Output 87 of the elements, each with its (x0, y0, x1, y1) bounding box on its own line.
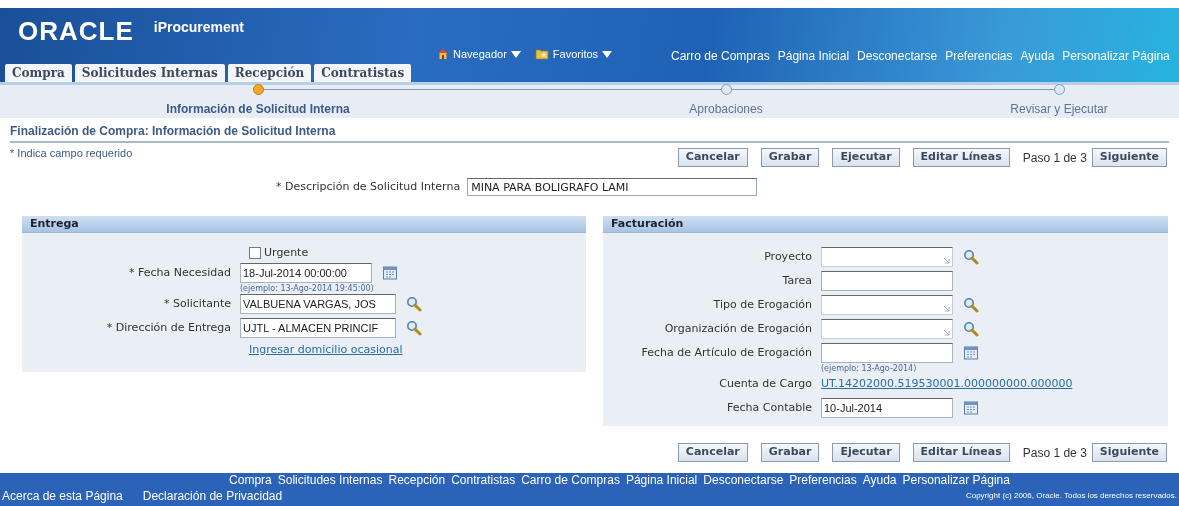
action-button[interactable]: Editar Líneas (912, 148, 1010, 167)
header-link[interactable]: Página Inicial (777, 47, 850, 65)
account-link[interactable]: UT.14202000.519530001.000000000.000000 (821, 375, 1073, 393)
field-label: * Dirección de Entrega (105, 319, 232, 336)
footer-link[interactable]: Acerca de esta Página (2, 489, 123, 504)
dropdown-arrow-icon[interactable] (510, 50, 521, 58)
section-title: Entrega (30, 215, 79, 232)
header-link[interactable]: Carro de Compras (671, 47, 770, 65)
action-button[interactable]: Cancelar (677, 148, 748, 167)
search-icon[interactable] (963, 321, 979, 337)
checkbox-label: Urgente (264, 244, 309, 261)
header-link[interactable]: Preferencias (945, 47, 1013, 65)
checkbox[interactable] (249, 247, 261, 259)
footer-link[interactable]: Declaración de Privacidad (142, 489, 283, 504)
input-field[interactable] (821, 295, 953, 315)
search-icon[interactable] (406, 296, 422, 312)
action-button[interactable]: Cancelar (677, 443, 748, 462)
action-button[interactable]: Grabar (760, 148, 820, 167)
product-name: iProcurement (153, 20, 245, 37)
action-button[interactable]: Grabar (760, 443, 820, 462)
footer-link[interactable]: Carro de Compras (521, 473, 620, 488)
train-step-label[interactable]: Revisar y Ejecutar (1010, 100, 1108, 118)
footer-link[interactable]: Solicitudes Internas (277, 473, 383, 488)
next-button[interactable]: Siguiente (1091, 443, 1167, 462)
dropdown-arrow-icon[interactable] (602, 50, 613, 58)
footer-link[interactable]: Ayuda (862, 473, 897, 488)
corner-arrow-icon[interactable] (943, 257, 950, 264)
house-icon[interactable] (437, 48, 449, 61)
page-title: Finalización de Compra: Información de Solicitud Interna (10, 124, 336, 138)
train-step-label[interactable]: Información de Solicitud Interna (166, 100, 350, 118)
corner-arrow-icon[interactable] (943, 305, 950, 312)
corner-arrow-icon[interactable] (943, 329, 950, 336)
header-link[interactable]: Desconectarse (857, 47, 938, 65)
oracle-logo: ORACLE (18, 18, 134, 44)
train-step-label[interactable]: Aprobaciones (689, 100, 763, 118)
calendar-icon[interactable] (963, 345, 979, 361)
date-field[interactable]: 10-Jul-2014 (821, 398, 953, 418)
action-button[interactable]: Editar Líneas (912, 443, 1010, 462)
search-icon[interactable] (406, 320, 422, 336)
next-button[interactable]: Siguiente (1091, 148, 1167, 167)
search-icon[interactable] (963, 249, 979, 265)
action-button[interactable]: Ejecutar (832, 443, 900, 462)
folder-star-icon[interactable] (534, 48, 549, 61)
date-field[interactable] (821, 343, 953, 363)
field-label: Fecha Contable (726, 399, 813, 416)
field-label: * Fecha Necesidad (127, 264, 232, 281)
step-indicator: Paso 1 de 3 (1022, 444, 1087, 462)
format-hint: (ejemplo: 13-Ago-2014) (821, 364, 917, 373)
field-label: Organización de Erogación (663, 320, 813, 337)
description-input[interactable]: MINA PARA BOLIGRAFO LAMI (467, 178, 758, 196)
header-link[interactable]: Ayuda (1020, 47, 1055, 65)
calendar-icon[interactable] (382, 265, 398, 281)
nav-tab[interactable]: Solicitudes Internas (74, 64, 225, 82)
footer-link[interactable]: Compra (229, 473, 272, 488)
address-link[interactable]: Ingresar domicilio ocasional (249, 343, 403, 356)
copyright-text: Copyright (c) 2006, Oracle. Todos los derechos reservados. (965, 490, 1177, 502)
input-field[interactable] (821, 271, 953, 291)
footer-link[interactable]: Personalizar Página (902, 473, 1010, 488)
footer-link[interactable]: Página Inicial (625, 473, 698, 488)
field-label: * Descripción de Solicitud Interna (276, 178, 461, 195)
footer-link[interactable]: Recepción (388, 473, 446, 488)
menu-link[interactable]: Favoritos (552, 46, 599, 63)
action-button[interactable]: Ejecutar (832, 148, 900, 167)
section-title: Facturación (611, 215, 684, 232)
format-hint: (ejemplo: 13-Ago-2014 19:45:00) (240, 284, 374, 293)
footer-link[interactable]: Desconectarse (703, 473, 784, 488)
date-field[interactable]: 18-Jul-2014 00:00:00 (240, 263, 372, 283)
nav-tab[interactable]: Contratistas (314, 64, 412, 82)
input-field[interactable] (821, 247, 953, 267)
field-label: Tarea (781, 272, 813, 289)
required-note: * Indica campo requerido (10, 146, 133, 161)
menu-link[interactable]: Navegador (453, 46, 507, 63)
search-icon[interactable] (963, 297, 979, 313)
field-label: Proyecto (763, 248, 813, 265)
field-label: * Solicitante (162, 295, 232, 312)
nav-tab[interactable]: Compra (5, 64, 72, 82)
input-field[interactable]: VALBUENA VARGAS, JOS (240, 294, 396, 314)
nav-tab[interactable]: Recepción (227, 64, 312, 82)
calendar-icon[interactable] (963, 400, 979, 416)
field-label: Fecha de Artículo de Erogación (640, 344, 813, 361)
field-label: Tipo de Erogación (712, 296, 813, 313)
input-field[interactable] (821, 319, 953, 339)
step-indicator: Paso 1 de 3 (1022, 149, 1087, 167)
footer-link[interactable]: Contratistas (451, 473, 516, 488)
footer-link[interactable]: Preferencias (789, 473, 857, 488)
input-field[interactable]: UJTL - ALMACEN PRINCIF (240, 318, 396, 338)
field-label: Cuenta de Cargo (718, 375, 813, 392)
